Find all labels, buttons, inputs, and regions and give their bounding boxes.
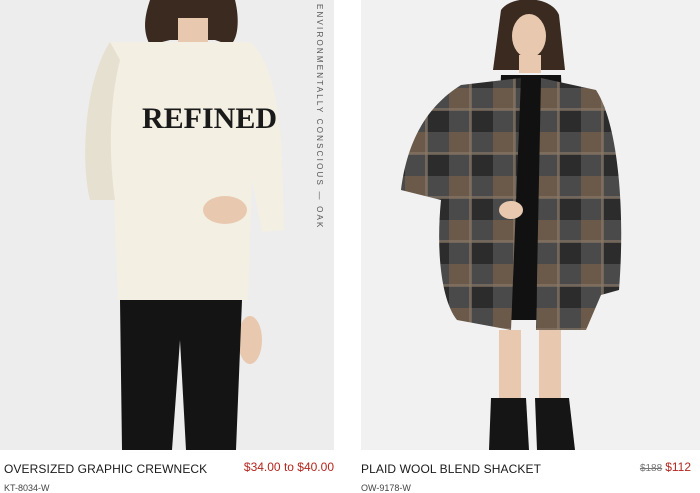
product-sku: OW-9178-W <box>361 483 411 493</box>
model-photo: REFINED <box>85 0 285 450</box>
product-name[interactable]: OVERSIZED GRAPHIC CREWNECK <box>4 462 207 476</box>
original-price: $188 <box>639 463 663 474</box>
sweater-print-text: REFINED <box>142 102 277 135</box>
brand-side-text: ENVIRONMENTALLY CONSCIOUS — OAK <box>315 4 324 230</box>
product-image[interactable]: REFINED ENVIRONMENTALLY CONSCIOUS — OAK <box>0 0 334 450</box>
product-price: $34.00 to $40.00 <box>243 460 334 474</box>
product-image[interactable] <box>361 0 700 450</box>
product-price: $188 $112 <box>640 460 691 474</box>
model-photo <box>401 0 622 450</box>
product-name[interactable]: PLAID WOOL BLEND SHACKET <box>361 462 541 476</box>
sale-price: $112 <box>665 460 691 474</box>
product-card[interactable]: PLAID WOOL BLEND SHACKET $188 $112 OW-917… <box>361 0 700 493</box>
product-card[interactable]: REFINED ENVIRONMENTALLY CONSCIOUS — OAK … <box>0 0 334 493</box>
product-sku: KT-8034-W <box>4 483 50 493</box>
